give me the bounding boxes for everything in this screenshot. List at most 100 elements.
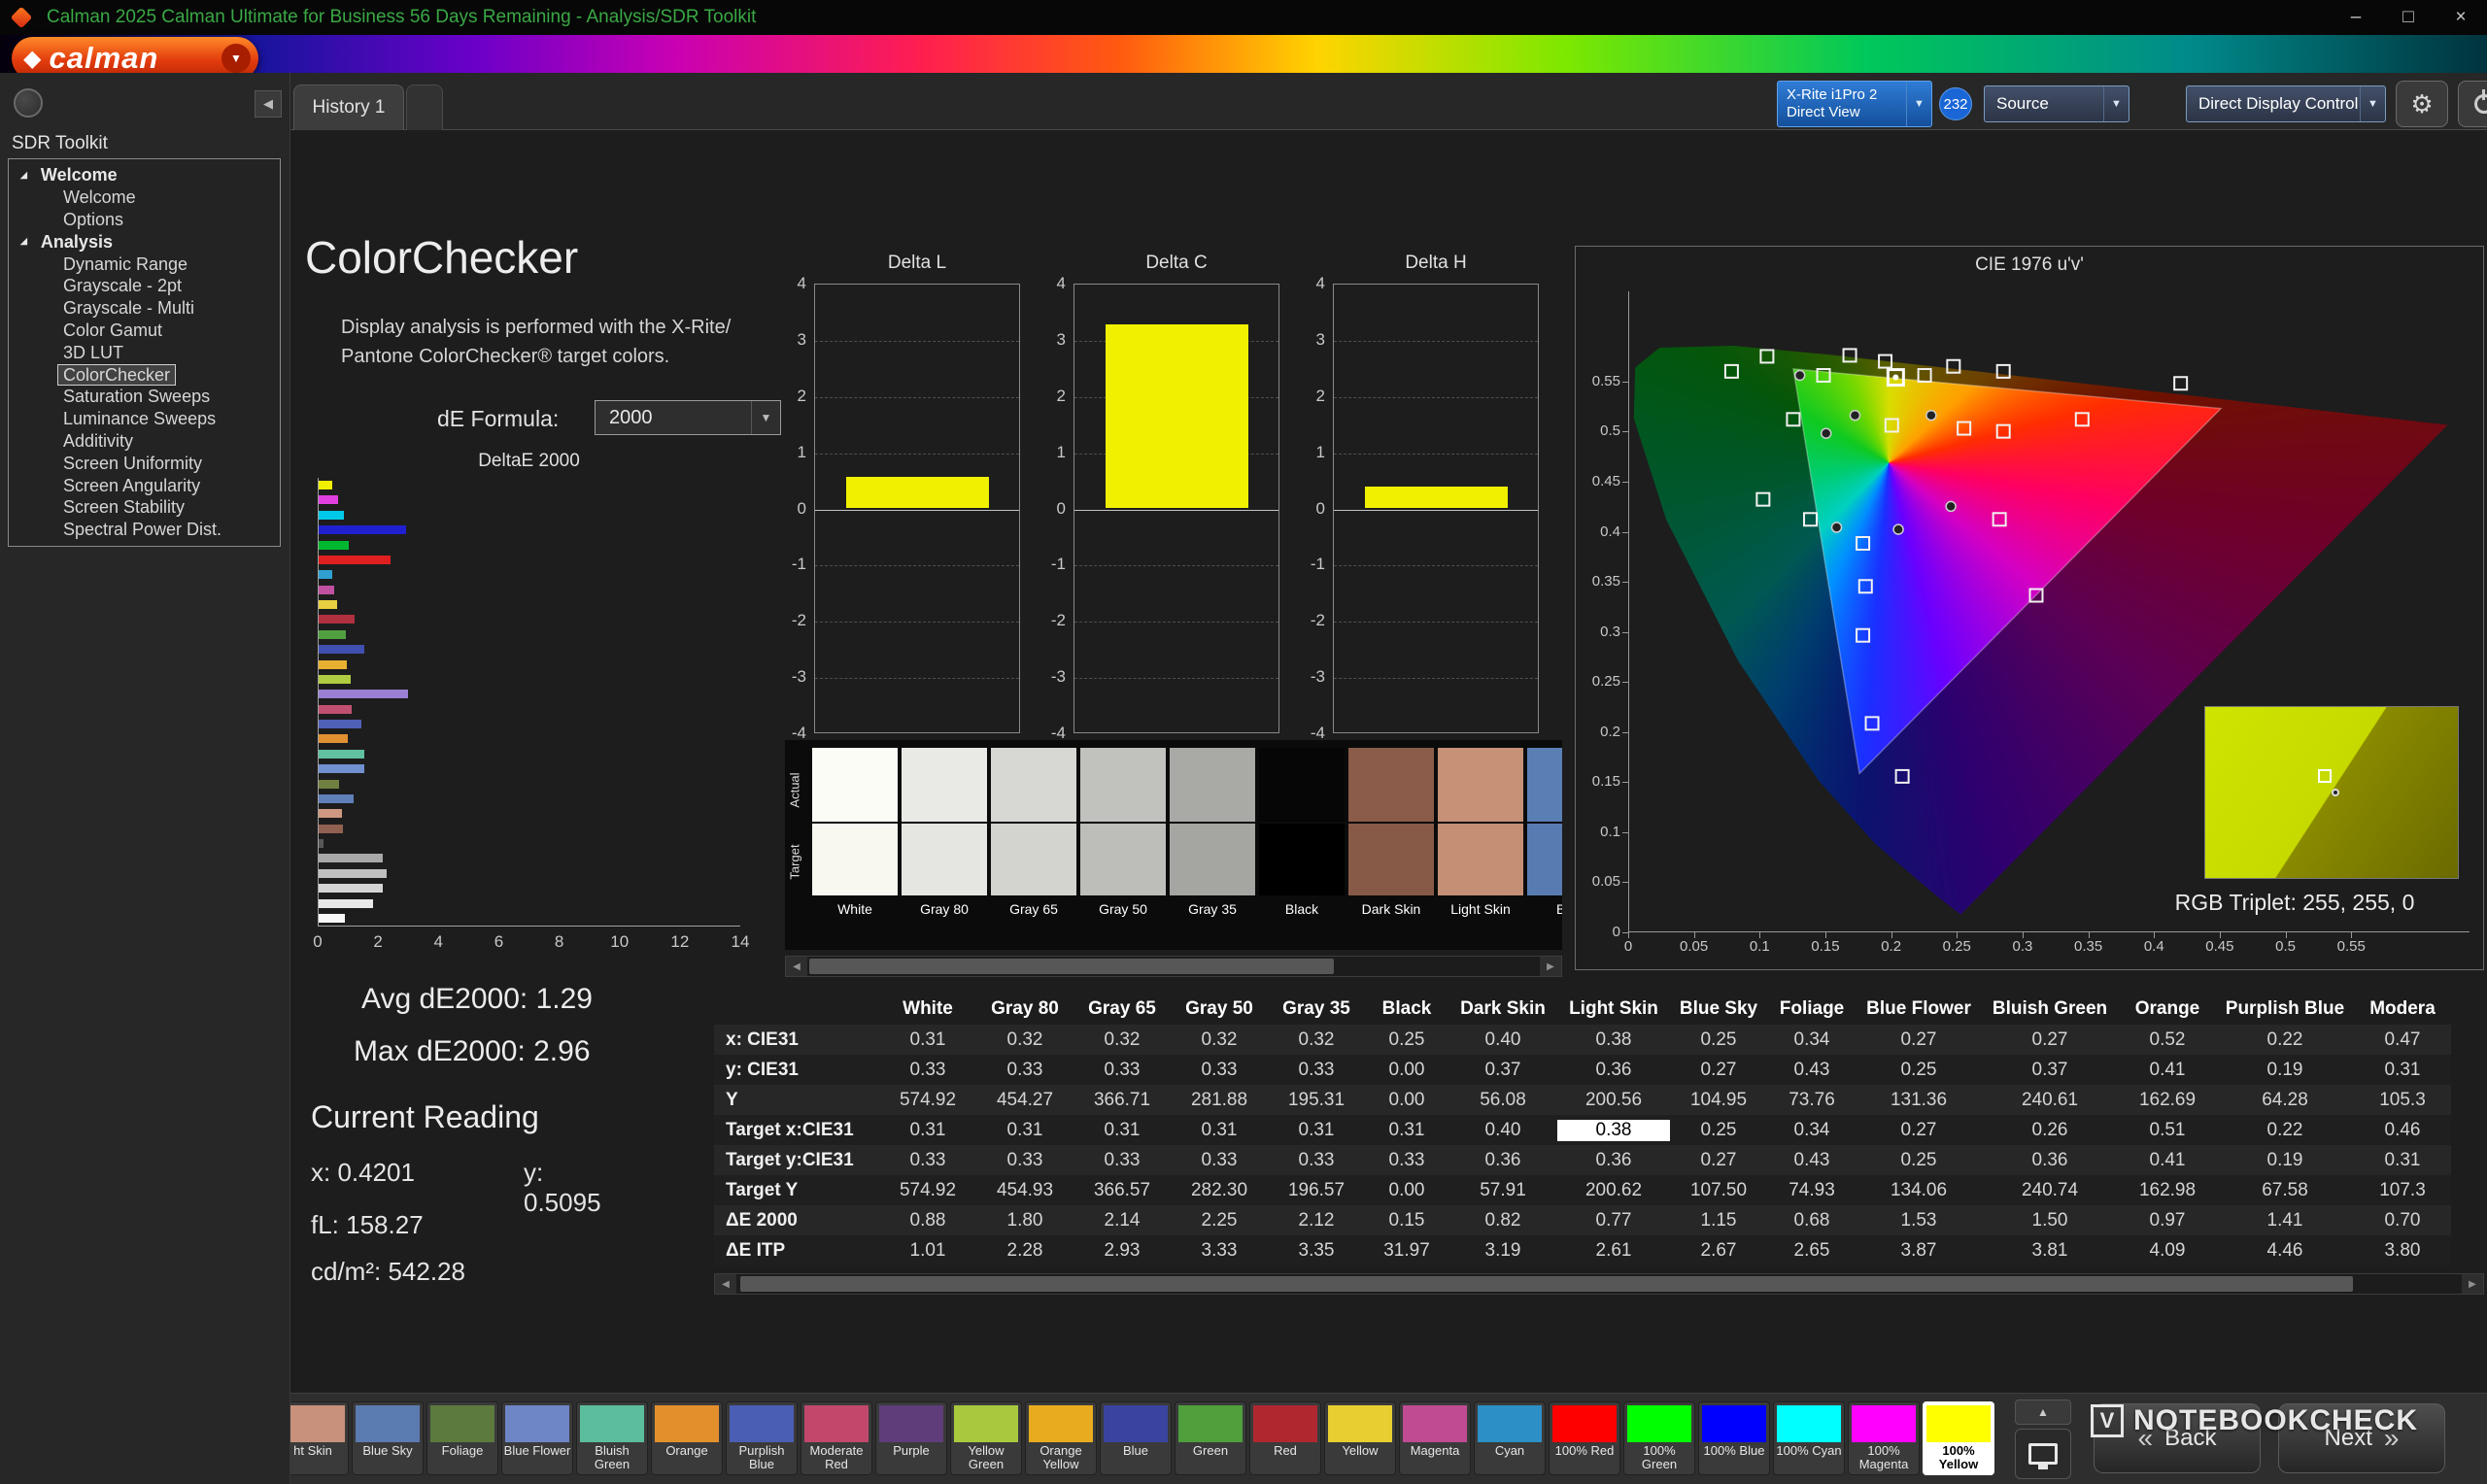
chevron-down-icon[interactable]: ▼ [2360,86,2385,121]
chevron-down-icon[interactable]: ▼ [751,401,780,434]
patch-button-yellow[interactable]: Yellow [1324,1401,1396,1475]
table-cell[interactable]: 3.87 [1857,1240,1981,1262]
table-cell[interactable]: 0.27 [1670,1150,1767,1171]
meter-selector[interactable]: X-Rite i1Pro 2 Direct View ▼ [1777,81,1932,127]
table-cell[interactable]: 0.25 [1857,1060,1981,1081]
table-cell[interactable]: 0.19 [2216,1150,2354,1171]
sidebar-item-options[interactable]: Options [9,209,280,231]
table-cell[interactable]: 0.33 [1268,1150,1365,1171]
sidebar-item-additivity[interactable]: Additivity [9,430,280,453]
table-cell[interactable]: 1.50 [1981,1210,2119,1231]
table-cell[interactable]: 0.31 [1365,1120,1448,1141]
table-cell[interactable]: 0.43 [1767,1150,1857,1171]
scroll-left-icon[interactable]: ◀ [715,1274,736,1294]
table-cell[interactable]: 0.27 [1857,1120,1981,1141]
patch-button-100-cyan[interactable]: 100% Cyan [1773,1401,1845,1475]
table-cell[interactable]: 195.31 [1268,1090,1365,1111]
sidebar-item-saturation-sweeps[interactable]: Saturation Sweeps [9,386,280,408]
patch-button-100-blue[interactable]: 100% Blue [1698,1401,1770,1475]
table-cell[interactable]: 0.33 [879,1150,976,1171]
table-cell[interactable]: 67.58 [2216,1180,2354,1201]
sidebar-item-3d-lut[interactable]: 3D LUT [9,341,280,363]
table-cell[interactable]: 2.25 [1171,1210,1268,1231]
table-cell[interactable]: 1.15 [1670,1210,1767,1231]
table-cell[interactable]: 0.36 [1557,1060,1670,1081]
patch-button-ht-skin[interactable]: ht Skin [290,1401,349,1475]
table-cell[interactable]: 0.33 [1268,1060,1365,1081]
table-cell[interactable]: 0.32 [1268,1029,1365,1051]
table-cell[interactable]: 0.32 [976,1029,1073,1051]
table-cell[interactable]: 0.34 [1767,1029,1857,1051]
table-cell[interactable]: 0.32 [1073,1029,1171,1051]
table-cell[interactable]: 366.71 [1073,1090,1171,1111]
next-button[interactable]: Next » [2278,1403,2445,1473]
minimize-button[interactable]: – [2330,0,2382,35]
table-cell[interactable]: 0.27 [1857,1029,1981,1051]
table-cell[interactable]: 0.40 [1448,1029,1557,1051]
table-cell[interactable]: 454.27 [976,1090,1073,1111]
table-cell[interactable]: 0.33 [976,1060,1073,1081]
table-cell[interactable]: 200.62 [1557,1180,1670,1201]
patch-button-red[interactable]: Red [1249,1401,1321,1475]
scroll-right-icon[interactable]: ▶ [1540,957,1561,976]
patch-button-moderate-red[interactable]: Moderate Red [801,1401,872,1475]
patch-button-100-green[interactable]: 100% Green [1623,1401,1695,1475]
table-cell[interactable]: 281.88 [1171,1090,1268,1111]
table-cell[interactable]: 1.01 [879,1240,976,1262]
table-cell[interactable]: 1.53 [1857,1210,1981,1231]
patch-button-orange-yellow[interactable]: Orange Yellow [1025,1401,1097,1475]
table-cell[interactable]: 574.92 [879,1180,976,1201]
patch-button-bluish-green[interactable]: Bluish Green [576,1401,648,1475]
table-cell[interactable]: 0.97 [2119,1210,2216,1231]
table-cell[interactable]: 0.25 [1365,1029,1448,1051]
table-cell[interactable]: 3.33 [1171,1240,1268,1262]
sidebar-item-screen-uniformity[interactable]: Screen Uniformity [9,452,280,474]
chevron-down-icon[interactable]: ▼ [2103,86,2129,121]
table-cell[interactable]: 0.00 [1365,1090,1448,1111]
scrollbar-thumb[interactable] [809,959,1334,974]
sidebar-item-analysis[interactable]: ◢ Analysis [9,230,280,253]
table-cell[interactable]: 0.27 [1981,1029,2119,1051]
table-cell[interactable]: 0.31 [976,1120,1073,1141]
table-cell[interactable]: 0.40 [1448,1120,1557,1141]
table-cell[interactable]: 200.56 [1557,1090,1670,1111]
table-cell[interactable]: 0.51 [2119,1120,2216,1141]
tab-history-1[interactable]: History 1 [293,84,404,130]
scrollbar-thumb[interactable] [740,1276,2353,1292]
table-cell[interactable]: 2.61 [1557,1240,1670,1262]
source-selector[interactable]: Source ▼ [1984,85,2129,122]
patch-button-blue-sky[interactable]: Blue Sky [352,1401,424,1475]
table-cell[interactable]: 366.57 [1073,1180,1171,1201]
table-cell[interactable]: 0.33 [1365,1150,1448,1171]
table-cell[interactable]: 0.52 [2119,1029,2216,1051]
settings-button[interactable]: ⚙ [2396,81,2448,127]
de-formula-dropdown[interactable]: 2000 ▼ [595,400,781,435]
sidebar-item-welcome[interactable]: Welcome [9,186,280,209]
table-cell[interactable]: 2.93 [1073,1240,1171,1262]
table-cell[interactable]: 1.80 [976,1210,1073,1231]
patch-button-orange[interactable]: Orange [651,1401,723,1475]
table-cell[interactable]: 107.50 [1670,1180,1767,1201]
table-cell[interactable]: 0.34 [1767,1120,1857,1141]
table-cell[interactable]: 57.91 [1448,1180,1557,1201]
table-cell[interactable]: 107.3 [2354,1180,2451,1201]
patch-button-purplish-blue[interactable]: Purplish Blue [726,1401,798,1475]
table-cell[interactable]: 0.19 [2216,1060,2354,1081]
table-cell[interactable]: 131.36 [1857,1090,1981,1111]
table-cell[interactable]: 0.31 [1268,1120,1365,1141]
table-cell[interactable]: 4.09 [2119,1240,2216,1262]
table-cell[interactable]: 0.36 [1981,1150,2119,1171]
table-cell[interactable]: 574.92 [879,1090,976,1111]
table-cell[interactable]: 73.76 [1767,1090,1857,1111]
table-cell[interactable]: 2.28 [976,1240,1073,1262]
table-cell[interactable]: 0.31 [1171,1120,1268,1141]
table-cell[interactable]: 0.36 [1448,1150,1557,1171]
logo-dropdown-icon[interactable]: ▼ [221,44,251,73]
table-cell[interactable]: 56.08 [1448,1090,1557,1111]
table-cell[interactable]: 0.88 [879,1210,976,1231]
pattern-window-button[interactable] [2015,1429,2071,1479]
sidebar-item-color-gamut[interactable]: Color Gamut [9,320,280,342]
table-cell[interactable]: 0.46 [2354,1120,2451,1141]
table-cell[interactable]: 0.33 [879,1060,976,1081]
table-cell[interactable]: 0.31 [2354,1150,2451,1171]
